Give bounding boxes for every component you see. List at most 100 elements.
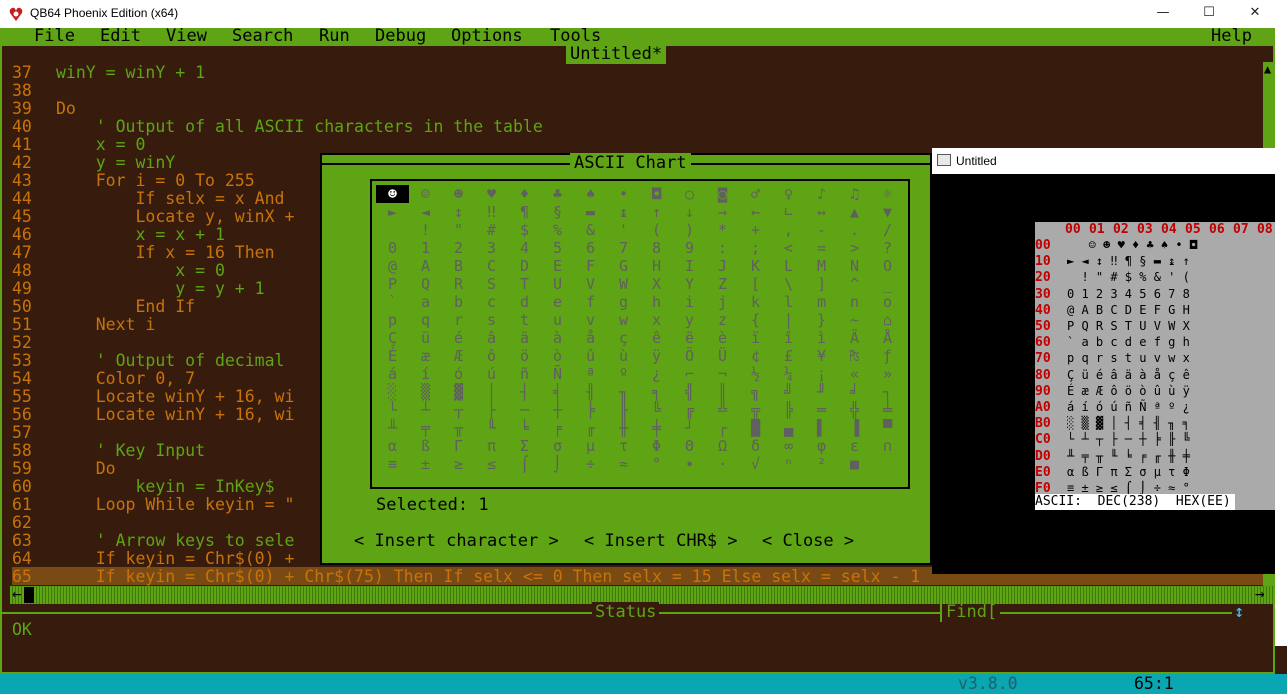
ascii-cell[interactable]: w [607, 311, 640, 329]
ascii-cell[interactable]: 1 [409, 239, 442, 257]
ascii-cell[interactable]: g [607, 293, 640, 311]
ascii-cell[interactable]: ö [508, 347, 541, 365]
ascii-cell[interactable]: 5 [541, 239, 574, 257]
ascii-cell[interactable]: N [838, 257, 871, 275]
ascii-cell[interactable]: ☻ [376, 185, 409, 203]
code-line[interactable]: 49 y = y + 1 [12, 280, 265, 298]
ascii-cell[interactable]: H [640, 257, 673, 275]
ascii-cell[interactable]: ä [508, 329, 541, 347]
ascii-cell[interactable]: █ [739, 419, 772, 437]
ascii-cell[interactable]: ╗ [739, 383, 772, 401]
ascii-cell[interactable]: ▄ [772, 419, 805, 437]
ascii-cell[interactable]: ¿ [640, 365, 673, 383]
ascii-cell[interactable]: ∟ [772, 203, 805, 221]
ascii-cell[interactable]: ¥ [805, 347, 838, 365]
code-line[interactable]: 42 y = winY [12, 154, 175, 172]
ascii-cell[interactable]: ≥ [442, 455, 475, 473]
ascii-cell[interactable]: à [541, 329, 574, 347]
ascii-cell[interactable]: ∙ [673, 455, 706, 473]
ascii-cell[interactable]: q [409, 311, 442, 329]
ascii-cell[interactable]: ◄ [409, 203, 442, 221]
ascii-cell[interactable]: ) [673, 221, 706, 239]
ascii-cell[interactable]: Ö [673, 347, 706, 365]
minimize-button[interactable]: — [1140, 0, 1186, 28]
ascii-cell[interactable]: ╠ [772, 401, 805, 419]
ascii-cell[interactable]: ç [607, 329, 640, 347]
close-dialog-button[interactable]: < Close > [762, 531, 854, 551]
ascii-cell[interactable]: A [409, 257, 442, 275]
code-line[interactable]: 62 [12, 514, 56, 532]
ascii-cell[interactable]: @ [376, 257, 409, 275]
ascii-cell[interactable]: ( [640, 221, 673, 239]
ascii-cell[interactable]: ¢ [739, 347, 772, 365]
ascii-cell[interactable]: ▲ [838, 203, 871, 221]
ascii-cell[interactable]: δ [739, 437, 772, 455]
ascii-cell[interactable] [376, 221, 409, 239]
code-line[interactable]: 40 ' Output of all ASCII characters in t… [12, 118, 543, 136]
ascii-cell[interactable]: v [574, 311, 607, 329]
ascii-cell[interactable]: → [706, 203, 739, 221]
code-line[interactable]: 38 [12, 82, 56, 100]
ascii-cell[interactable]: ï [739, 329, 772, 347]
ascii-cell[interactable]: ╩ [706, 401, 739, 419]
ascii-cell[interactable]: M [805, 257, 838, 275]
scroll-up-icon[interactable]: ▲ [1264, 63, 1271, 75]
ascii-cell[interactable]: ↓ [673, 203, 706, 221]
ascii-cell[interactable]: ♣ [541, 185, 574, 203]
ascii-cell[interactable]: » [871, 365, 904, 383]
ascii-cell[interactable]: # [475, 221, 508, 239]
ascii-cell[interactable]: k [739, 293, 772, 311]
ascii-cell[interactable]: + [739, 221, 772, 239]
ascii-cell[interactable]: ` [376, 293, 409, 311]
ascii-cell[interactable]: α [376, 437, 409, 455]
ascii-cell[interactable]: > [838, 239, 871, 257]
find-label[interactable]: Find[ [946, 602, 997, 622]
ascii-cell[interactable]: ≤ [475, 455, 508, 473]
ascii-cell[interactable]: h [640, 293, 673, 311]
ascii-cell[interactable]: | [772, 311, 805, 329]
menu-help[interactable]: Help [1211, 26, 1252, 46]
ascii-cell[interactable]: V [574, 275, 607, 293]
ascii-cell[interactable]: ≈ [607, 455, 640, 473]
menu-options[interactable]: Options [451, 26, 523, 46]
ascii-cell[interactable]: √ [739, 455, 772, 473]
ascii-cell[interactable]: ò [541, 347, 574, 365]
ascii-cell[interactable]: x [640, 311, 673, 329]
ascii-cell[interactable]: ƒ [871, 347, 904, 365]
ascii-cell[interactable]: W [607, 275, 640, 293]
ascii-cell[interactable]: 8 [640, 239, 673, 257]
ascii-cell[interactable]: ú [475, 365, 508, 383]
ascii-cell[interactable]: - [805, 221, 838, 239]
ascii-cell[interactable]: Ñ [541, 365, 574, 383]
ascii-cell[interactable] [376, 473, 409, 491]
ascii-cell[interactable]: y [673, 311, 706, 329]
find-input[interactable] [1000, 612, 1232, 614]
ascii-cell[interactable]: i [673, 293, 706, 311]
ascii-cell[interactable]: n [838, 293, 871, 311]
ascii-cell[interactable]: ▒ [409, 383, 442, 401]
ascii-cell[interactable]: ± [409, 455, 442, 473]
ascii-cell[interactable]: Γ [442, 437, 475, 455]
ascii-cell[interactable]: Ä [838, 329, 871, 347]
code-line[interactable]: 54 Color 0, 7 [12, 370, 195, 388]
ascii-cell[interactable]: Ç [376, 329, 409, 347]
close-window-button[interactable]: ✕ [1232, 0, 1278, 28]
ascii-cell[interactable]: ♪ [805, 185, 838, 203]
ascii-cell[interactable]: = [805, 239, 838, 257]
ascii-cell[interactable]: ■ [838, 455, 871, 473]
ascii-cell[interactable]: P [376, 275, 409, 293]
ascii-cell[interactable]: C [475, 257, 508, 275]
ascii-cell[interactable]: ∩ [871, 437, 904, 455]
ascii-cell[interactable]: . [838, 221, 871, 239]
ascii-cell[interactable]: ♫ [838, 185, 871, 203]
ascii-cell[interactable]: ╢ [574, 383, 607, 401]
ascii-cell[interactable]: ╓ [574, 419, 607, 437]
ascii-cell[interactable]: ╥ [442, 419, 475, 437]
ascii-cell[interactable]: 9 [673, 239, 706, 257]
ascii-cell[interactable]: Y [673, 275, 706, 293]
ascii-cell[interactable]: ‼ [475, 203, 508, 221]
ascii-cell[interactable]: £ [772, 347, 805, 365]
code-line[interactable]: 41 x = 0 [12, 136, 145, 154]
ascii-cell[interactable]: ╘ [508, 419, 541, 437]
code-line[interactable]: 48 x = 0 [12, 262, 225, 280]
